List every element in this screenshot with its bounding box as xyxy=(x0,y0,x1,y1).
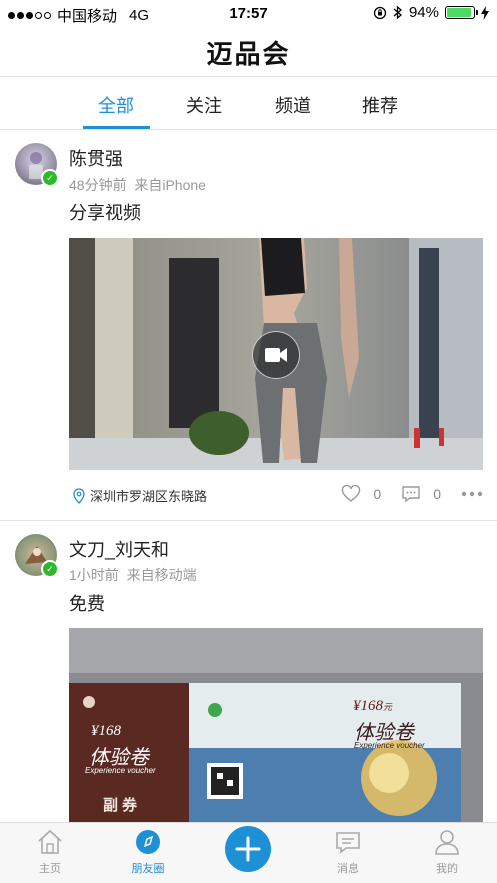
like-heart-icon[interactable] xyxy=(341,485,361,503)
compass-icon xyxy=(136,830,160,854)
verified-badge-icon: ✓ xyxy=(41,560,59,578)
nav-bar: 迈品会 xyxy=(0,26,497,77)
battery-icon xyxy=(445,6,478,19)
home-icon xyxy=(38,829,62,854)
location-label: 深圳市罗湖区东晓路 xyxy=(90,489,208,504)
location-pin-icon xyxy=(73,487,85,504)
post-text: 免费 xyxy=(69,594,105,614)
feed-post: ✓ 文刀_刘天和 1小时前 来自移动端 免费 ¥168元 体验卷 Experie… xyxy=(0,521,497,823)
voucher-subtitle-stub: Experience voucher xyxy=(85,766,156,775)
video-camera-icon xyxy=(265,348,287,362)
tabbar-me[interactable]: 我的 xyxy=(417,829,477,876)
tab-all[interactable]: 全部 xyxy=(76,92,156,118)
voucher-price-stub: ¥168 xyxy=(91,723,121,739)
post-actions: 0 0 xyxy=(341,485,483,503)
tabbar-home[interactable]: 主页 xyxy=(20,829,80,876)
post-username[interactable]: 文刀_刘天和 xyxy=(69,536,169,562)
status-bar: 中国移动 4G 17:57 94% xyxy=(0,0,497,26)
post-location[interactable]: 深圳市罗湖区东晓路 xyxy=(72,486,207,505)
post-image[interactable]: ¥168元 体验卷 Experience voucher ¥168 体验卷 Ex… xyxy=(69,628,483,823)
charging-icon xyxy=(481,5,489,20)
voucher-stub-label: 副券 xyxy=(103,797,142,814)
comment-count: 0 xyxy=(433,486,441,502)
post-meta: 48分钟前 来自iPhone xyxy=(69,175,206,195)
rotation-lock-icon xyxy=(373,6,387,19)
video-thumbnail[interactable] xyxy=(69,238,483,470)
voucher-subtitle: Experience voucher xyxy=(354,741,425,750)
tab-following[interactable]: 关注 xyxy=(164,92,244,118)
more-options-icon[interactable] xyxy=(461,491,483,497)
avatar[interactable]: ✓ xyxy=(15,534,59,578)
bluetooth-icon xyxy=(393,5,402,20)
person-icon xyxy=(435,830,459,855)
verified-badge-icon: ✓ xyxy=(41,169,59,187)
comment-icon[interactable] xyxy=(401,485,421,503)
plus-icon xyxy=(235,836,261,862)
tab-recommended[interactable]: 推荐 xyxy=(340,92,420,118)
tabbar-messages[interactable]: 消息 xyxy=(318,829,378,876)
play-video-button[interactable] xyxy=(252,331,300,379)
post-username[interactable]: 陈贯强 xyxy=(69,145,123,171)
page-title: 迈品会 xyxy=(206,39,291,69)
bottom-tab-bar: 主页 朋友圈 消息 我的 xyxy=(0,822,497,883)
active-tab-indicator xyxy=(83,126,150,129)
post-time: 1小时前 xyxy=(69,567,119,583)
post-text: 分享视频 xyxy=(69,203,141,223)
post-time: 48分钟前 xyxy=(69,177,127,193)
message-icon xyxy=(336,832,360,854)
avatar[interactable]: ✓ xyxy=(15,143,59,187)
battery-percent: 94% xyxy=(408,4,439,21)
post-source: 来自移动端 xyxy=(126,567,197,583)
tabbar-moments[interactable]: 朋友圈 xyxy=(118,829,178,876)
post-meta: 1小时前 来自移动端 xyxy=(69,565,197,585)
tab-bar-top: 全部 关注 频道 推荐 xyxy=(0,77,497,130)
voucher-price: ¥168元 xyxy=(353,698,393,714)
tab-channels[interactable]: 频道 xyxy=(253,92,333,118)
feed-post: ✓ 陈贯强 48分钟前 来自iPhone 分享视频 深圳市罗湖区东晓路 0 0 xyxy=(0,130,497,520)
create-post-button[interactable] xyxy=(225,826,271,872)
post-source: 来自iPhone xyxy=(134,177,206,193)
like-count: 0 xyxy=(373,486,382,502)
